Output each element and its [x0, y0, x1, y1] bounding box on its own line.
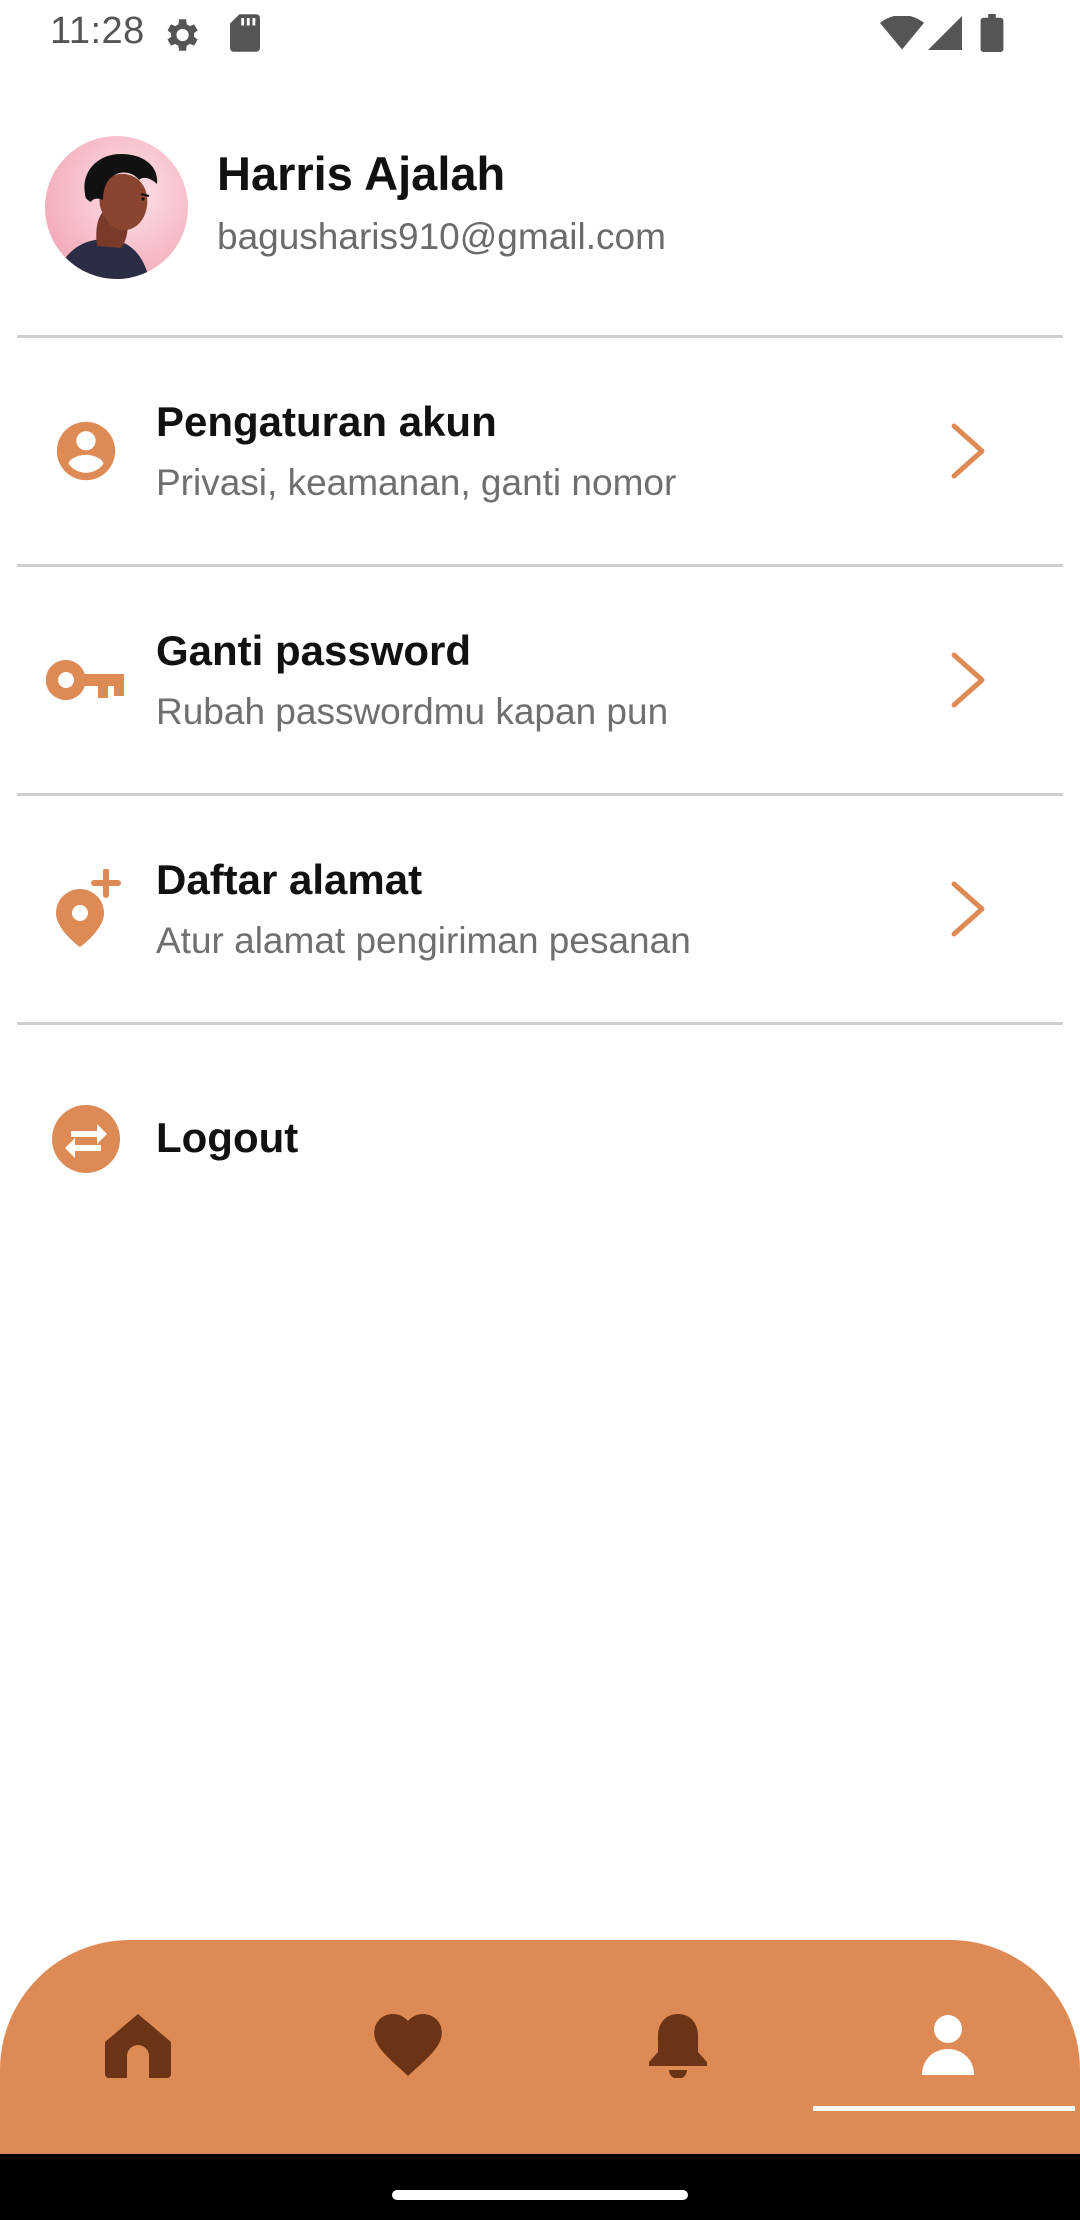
menu-item-change-password[interactable]: Ganti password Rubah passwordmu kapan pu…: [0, 567, 1080, 793]
wifi-icon: [880, 15, 924, 55]
divider: [17, 1022, 1063, 1025]
nav-favorites[interactable]: [273, 1940, 543, 2154]
nav-profile[interactable]: [813, 1940, 1080, 2154]
sd-card-icon: [230, 14, 260, 57]
logout-button[interactable]: Logout: [0, 1064, 1080, 1214]
add-location-icon: [45, 869, 127, 947]
menu-item-address-list[interactable]: Daftar alamat Atur alamat pengiriman pes…: [0, 796, 1080, 1022]
chevron-right-icon: [946, 879, 990, 939]
key-icon: [45, 644, 127, 716]
system-gesture-bar: [0, 2154, 1080, 2220]
bottom-nav: [0, 1940, 1080, 2154]
account-circle-icon: [45, 415, 127, 487]
person-icon: [920, 2013, 976, 2082]
heart-icon: [373, 2013, 443, 2081]
menu-item-title: Pengaturan akun: [156, 398, 497, 445]
avatar[interactable]: [45, 136, 188, 279]
nav-notifications[interactable]: [543, 1940, 813, 2154]
status-bar: 11:28: [0, 0, 1080, 66]
logout-label: Logout: [156, 1114, 299, 1161]
profile-header: Harris Ajalah bagusharis910@gmail.com: [0, 136, 1080, 284]
profile-email: bagusharis910@gmail.com: [217, 216, 666, 257]
menu-item-account-settings[interactable]: Pengaturan akun Privasi, keamanan, ganti…: [0, 338, 1080, 564]
signal-icon: [928, 16, 962, 55]
menu-item-subtitle: Rubah passwordmu kapan pun: [156, 691, 669, 732]
status-time: 11:28: [50, 10, 145, 52]
menu-item-title: Daftar alamat: [156, 856, 423, 903]
menu-item-subtitle: Atur alamat pengiriman pesanan: [156, 920, 691, 961]
menu-item-subtitle: Privasi, keamanan, ganti nomor: [156, 462, 677, 503]
chevron-right-icon: [946, 650, 990, 710]
menu-item-title: Ganti password: [156, 627, 472, 674]
home-gesture-handle[interactable]: [392, 2190, 688, 2200]
active-tab-indicator: [813, 2106, 1075, 2111]
swap-icon: [45, 1103, 127, 1175]
nav-home[interactable]: [3, 1940, 273, 2154]
settings-icon: [160, 14, 202, 61]
chevron-right-icon: [946, 421, 990, 481]
profile-screen: 11:28 Harris Ajalah bagusharis910@gmail.…: [0, 0, 1080, 2220]
home-icon: [103, 2012, 173, 2083]
battery-icon: [980, 14, 1004, 57]
profile-name: Harris Ajalah: [217, 147, 506, 200]
bell-icon: [647, 2012, 709, 2083]
